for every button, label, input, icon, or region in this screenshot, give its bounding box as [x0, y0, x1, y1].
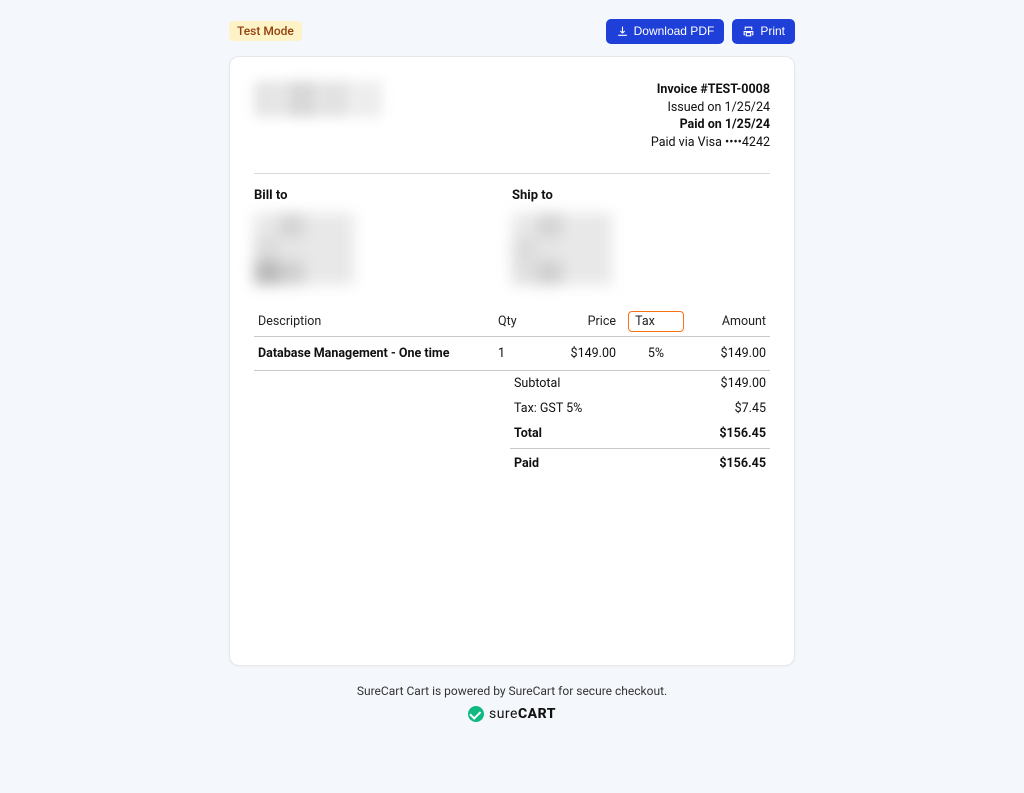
print-label: Print: [760, 25, 785, 37]
table-row: Database Management - One time 1 $149.00…: [254, 337, 770, 371]
cell-price: $149.00: [548, 337, 620, 371]
subtotal-value: $149.00: [721, 376, 766, 391]
download-pdf-label: Download PDF: [634, 25, 715, 37]
check-circle-icon: [468, 706, 484, 722]
footer-brand-cart: CART: [518, 706, 556, 722]
footer-text: SureCart Cart is powered by SureCart for…: [0, 684, 1024, 698]
paid-value: $156.45: [719, 456, 766, 471]
th-qty: Qty: [494, 307, 548, 337]
th-tax: Tax: [620, 307, 692, 337]
cell-tax: 5%: [620, 337, 692, 371]
line-items-table: Description Qty Price Tax Amount Databas…: [254, 307, 770, 371]
tax-line-label: Tax: GST 5%: [514, 401, 582, 416]
invoice-issued-on: Issued on 1/25/24: [651, 99, 770, 117]
th-description: Description: [254, 307, 494, 337]
cell-amount: $149.00: [692, 337, 770, 371]
merchant-logo: [254, 81, 382, 117]
tax-line-value: $7.45: [735, 401, 766, 416]
print-button[interactable]: Print: [732, 19, 795, 44]
print-icon: [742, 25, 755, 38]
paid-label: Paid: [514, 456, 539, 471]
tax-header-highlight: Tax: [628, 311, 684, 332]
ship-to-address: [512, 213, 612, 285]
total-value: $156.45: [719, 426, 766, 441]
invoice-paid-on: Paid on 1/25/24: [651, 116, 770, 134]
th-price: Price: [548, 307, 620, 337]
cell-qty: 1: [494, 337, 548, 371]
divider: [254, 173, 770, 174]
subtotal-label: Subtotal: [514, 376, 560, 391]
totals-block: Subtotal $149.00 Tax: GST 5% $7.45 Total…: [510, 371, 770, 476]
invoice-card: Invoice #TEST-0008 Issued on 1/25/24 Pai…: [229, 56, 795, 666]
invoice-paid-via: Paid via Visa ••••4242: [651, 134, 770, 152]
bill-to-address: [254, 213, 354, 285]
test-mode-badge: Test Mode: [229, 21, 302, 41]
footer-brand-logo: sureCART: [468, 706, 556, 722]
total-label: Total: [514, 426, 542, 441]
download-icon: [616, 25, 629, 38]
footer-brand-sure: sure: [489, 706, 518, 722]
cell-description: Database Management - One time: [254, 337, 494, 371]
bill-to-heading: Bill to: [254, 188, 512, 203]
ship-to-heading: Ship to: [512, 188, 770, 203]
th-amount: Amount: [692, 307, 770, 337]
download-pdf-button[interactable]: Download PDF: [606, 19, 725, 44]
invoice-meta: Invoice #TEST-0008 Issued on 1/25/24 Pai…: [651, 81, 770, 151]
invoice-number: Invoice #TEST-0008: [651, 81, 770, 99]
